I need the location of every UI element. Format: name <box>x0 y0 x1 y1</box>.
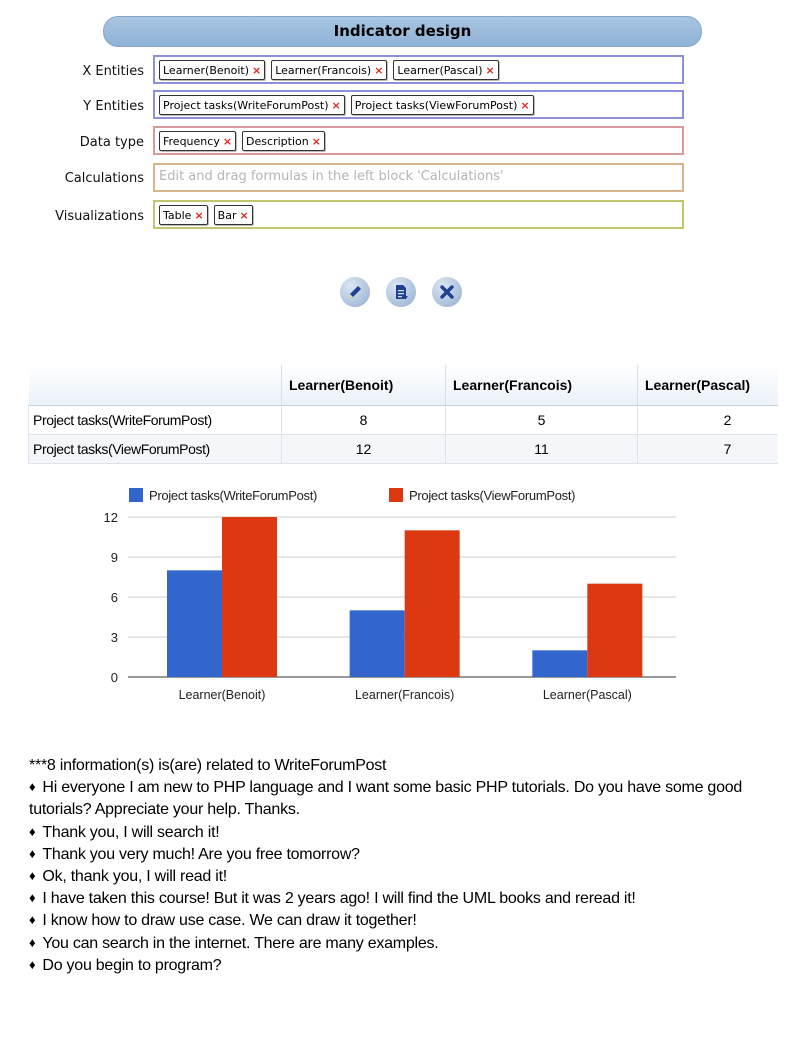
chip-table[interactable]: Table × <box>159 205 208 225</box>
bar-chart: 0 3 6 9 12 Learner(Benoit) Learner(Francois) Le… <box>28 468 778 726</box>
calculations-label: Calculations <box>64 171 144 186</box>
info-item: Thank you very much! Are you free tomorr… <box>29 844 779 866</box>
y-tick-label: 12 <box>104 510 118 525</box>
chip-label: Description <box>246 134 309 148</box>
x-entities-label: X Entities <box>82 64 144 79</box>
x-entities-dropzone[interactable]: Learner(Benoit) × Learner(Francois) × Lear… <box>153 55 684 84</box>
chip-label: Table <box>163 208 192 222</box>
chip-label: Learner(Francois) <box>275 63 372 77</box>
visualizations-label: Visualizations <box>55 209 144 224</box>
visualizations-dropzone[interactable]: Table × Bar × <box>153 200 684 229</box>
table-cell: 2 <box>637 404 778 435</box>
pencil-icon <box>349 286 361 298</box>
table-cell: 5 <box>445 404 638 435</box>
calculations-dropzone[interactable]: Edit and drag formulas in the left block… <box>153 163 684 192</box>
chip-label: Frequency <box>163 134 220 148</box>
chart-bar <box>349 610 405 677</box>
x-tick-label: Learner(Pascal) <box>543 688 632 702</box>
remove-icon[interactable]: × <box>194 209 203 222</box>
chart-bar <box>167 570 222 677</box>
y-tick-label: 3 <box>111 630 118 645</box>
close-icon <box>440 285 454 299</box>
info-section: ***8 information(s) is(are) related to W… <box>29 755 779 977</box>
x-tick-label: Learner(Benoit) <box>179 688 266 702</box>
remove-icon[interactable]: × <box>223 135 232 148</box>
info-item: Do you begin to program? <box>29 955 779 977</box>
y-entities-dropzone[interactable]: Project tasks(WriteForumPost) × Project t… <box>153 90 684 119</box>
info-item: You can search in the internet. There ar… <box>29 933 779 955</box>
chip-learner-pascal[interactable]: Learner(Pascal) × <box>393 60 499 80</box>
legend-label: Project tasks(WriteForumPost) <box>149 488 317 503</box>
remove-icon[interactable]: × <box>374 64 383 77</box>
results-table-container: Learner(Benoit) Learner(Francois) Learne… <box>28 365 778 467</box>
remove-icon[interactable]: × <box>252 64 261 77</box>
bar-chart-svg: 0 3 6 9 12 Learner(Benoit) Learner(Francois) Le… <box>104 488 676 702</box>
edit-button[interactable] <box>340 277 370 307</box>
chip-learner-benoit[interactable]: Learner(Benoit) × <box>159 60 266 80</box>
x-tick-label: Learner(Francois) <box>355 688 454 702</box>
info-item: I know how to draw use case. We can draw… <box>29 910 779 932</box>
chip-learner-francois[interactable]: Learner(Francois) × <box>271 60 388 80</box>
legend-swatch <box>389 488 403 502</box>
remove-icon[interactable]: × <box>312 135 321 148</box>
table-cell: 8 <box>281 404 446 435</box>
panel-title: Indicator design <box>103 16 702 47</box>
table-corner-cell <box>28 365 282 406</box>
calculations-placeholder: Edit and drag formulas in the left block… <box>159 169 504 184</box>
legend-label: Project tasks(ViewForumPost) <box>409 488 575 503</box>
remove-icon[interactable]: × <box>520 99 529 112</box>
info-item: Hi everyone I am new to PHP language and… <box>29 777 779 821</box>
y-tick-label: 9 <box>111 550 118 565</box>
table-row-label: Project tasks(ViewForumPost) <box>28 433 282 464</box>
chip-label: Project tasks(WriteForumPost) <box>163 98 329 112</box>
chart-bar <box>404 530 460 677</box>
chip-label: Project tasks(ViewForumPost) <box>354 98 518 112</box>
chip-label: Bar <box>217 208 237 222</box>
table-row: Project tasks(ViewForumPost) 12 11 7 <box>28 433 778 464</box>
chip-bar[interactable]: Bar × <box>213 205 253 225</box>
y-tick-label: 0 <box>111 670 118 685</box>
legend-swatch <box>129 488 143 502</box>
document-icon <box>396 285 408 300</box>
chart-bar <box>587 583 643 677</box>
save-button[interactable] <box>386 277 416 307</box>
info-item: Thank you, I will search it! <box>29 822 779 844</box>
info-item: Ok, thank you, I will read it! <box>29 866 779 888</box>
chip-label: Learner(Benoit) <box>163 63 250 77</box>
table-header-cell: Learner(Francois) <box>445 365 638 406</box>
table-row: Project tasks(WriteForumPost) 8 5 2 <box>28 404 778 435</box>
results-table: Learner(Benoit) Learner(Francois) Learne… <box>28 365 778 464</box>
table-row-label: Project tasks(WriteForumPost) <box>28 404 282 435</box>
chart-bar <box>532 650 588 677</box>
remove-icon[interactable]: × <box>239 209 248 222</box>
chip-label: Learner(Pascal) <box>397 63 483 77</box>
table-cell: 11 <box>445 433 638 464</box>
table-cell: 7 <box>637 433 778 464</box>
chip-frequency[interactable]: Frequency × <box>159 131 237 151</box>
chip-view-forum-post[interactable]: Project tasks(ViewForumPost) × <box>350 95 534 115</box>
data-type-dropzone[interactable]: Frequency × Description × <box>153 126 684 155</box>
remove-icon[interactable]: × <box>485 64 494 77</box>
delete-button[interactable] <box>432 277 462 307</box>
info-lead: ***8 information(s) is(are) related to W… <box>29 757 387 774</box>
remove-icon[interactable]: × <box>332 99 341 112</box>
y-tick-label: 6 <box>111 590 118 605</box>
chip-description[interactable]: Description × <box>242 131 325 151</box>
chart-bar <box>222 517 277 677</box>
data-type-label: Data type <box>79 135 144 150</box>
info-item: I have taken this course! But it was 2 y… <box>29 888 779 910</box>
chip-write-forum-post[interactable]: Project tasks(WriteForumPost) × <box>159 95 345 115</box>
table-cell: 12 <box>281 433 446 464</box>
table-header-cell: Learner(Benoit) <box>281 365 446 406</box>
y-entities-label: Y Entities <box>83 99 144 114</box>
table-header-cell: Learner(Pascal) <box>637 365 778 406</box>
